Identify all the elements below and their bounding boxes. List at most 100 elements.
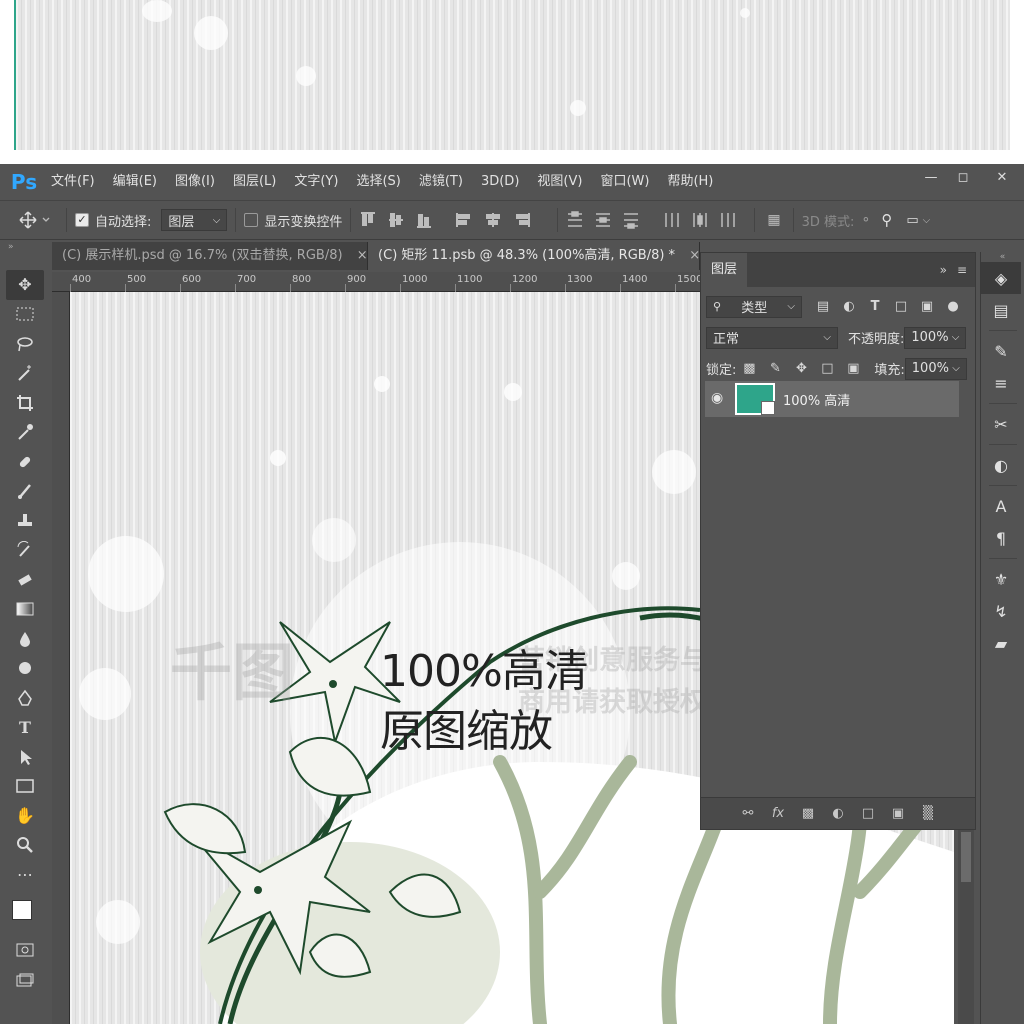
minimize-icon[interactable]: — — [916, 164, 946, 190]
zoom-tool-icon[interactable] — [6, 831, 44, 861]
adjustment-layer-icon[interactable]: ◐ — [827, 806, 849, 821]
layers-footer: ⚯ fx ▩ ◐ □ ▣ ▒ — [701, 797, 975, 829]
menu-edit[interactable]: 编辑(E) — [104, 164, 166, 200]
ruler-tick-label: 800 — [292, 274, 312, 285]
menu-image[interactable]: 图像(I) — [166, 164, 224, 200]
blur-tool-icon[interactable] — [6, 624, 44, 654]
lock-pixels-icon[interactable]: ✎ — [766, 360, 784, 378]
magic-wand-tool-icon[interactable] — [6, 359, 44, 389]
crop-tool-icon[interactable] — [6, 388, 44, 418]
tab-rectangle-psb[interactable]: (C) 矩形 11.psb @ 48.3% (100%高清, RGB/8) * … — [368, 242, 700, 270]
collapse-icon[interactable]: » — [8, 242, 14, 252]
link-layers-icon[interactable]: ⚯ — [737, 806, 759, 821]
properties-icon[interactable]: ≡ — [981, 367, 1021, 399]
maximize-icon[interactable]: ◻ — [948, 164, 978, 190]
lasso-tool-icon[interactable] — [6, 329, 44, 359]
new-group-icon[interactable]: □ — [857, 806, 879, 821]
hand-tool-icon[interactable]: ✋ — [6, 801, 44, 831]
type-tool-icon[interactable]: T — [6, 713, 44, 743]
close-icon[interactable]: ✕ — [980, 164, 1024, 190]
close-icon[interactable]: × — [357, 248, 367, 263]
collapse-icon[interactable]: « — [981, 252, 1024, 262]
workspace-icon[interactable]: ▭ — [906, 213, 918, 228]
menu-select[interactable]: 选择(S) — [347, 164, 409, 200]
blend-mode-dropdown[interactable]: 正常 ⌵ — [706, 326, 838, 349]
filter-toggle-icon[interactable]: ● — [944, 298, 962, 316]
pixel-filter-icon[interactable]: ▤ — [814, 298, 832, 316]
align-buttons[interactable] — [359, 211, 549, 229]
layer-style-icon[interactable]: fx — [767, 806, 789, 821]
channels-icon[interactable]: ▤ — [981, 294, 1021, 326]
lock-position-icon[interactable]: ✥ — [792, 360, 810, 378]
more-tools-icon[interactable]: ⋯ — [6, 860, 44, 890]
menu-file[interactable]: 文件(F) — [42, 164, 104, 200]
eyedropper-tool-icon[interactable] — [6, 418, 44, 448]
smart-object-filter-icon[interactable]: ▣ — [918, 298, 936, 316]
tool-presets-icon[interactable]: ✂ — [981, 408, 1021, 440]
tab-showcase-psd[interactable]: (C) 展示样机.psd @ 16.7% (双击替换, RGB/8) × — [52, 242, 369, 270]
chevron-down-icon[interactable]: ⌵ — [923, 215, 931, 226]
vertical-scrollbar[interactable] — [958, 830, 974, 1024]
menu-filter[interactable]: 滤镜(T) — [410, 164, 472, 200]
collapse-icon[interactable]: » — [940, 263, 947, 277]
move-tool-icon[interactable]: ✥ — [6, 270, 44, 300]
shape-filter-icon[interactable]: □ — [892, 298, 910, 316]
3d-orbit-icon[interactable]: ⚬ — [860, 213, 871, 228]
panel-menu-icon[interactable]: ≡ — [957, 263, 967, 277]
color-icon[interactable]: ⚜ — [981, 563, 1021, 595]
menu-bar: Ps 文件(F) 编辑(E) 图像(I) 图层(L) 文字(Y) 选择(S) 滤… — [0, 164, 1024, 200]
type-filter-icon[interactable]: T — [866, 298, 884, 316]
close-icon[interactable]: × — [689, 248, 699, 263]
menu-layer[interactable]: 图层(L) — [224, 164, 285, 200]
auto-select-target-dropdown[interactable]: 图层 ⌵ — [161, 209, 228, 231]
visibility-eye-icon[interactable]: ◉ — [711, 390, 723, 406]
character-icon[interactable]: A — [981, 490, 1021, 522]
distribute-buttons[interactable] — [566, 211, 746, 229]
auto-align-icon[interactable]: ▦ — [767, 212, 780, 228]
dodge-tool-icon[interactable] — [6, 654, 44, 684]
menu-type[interactable]: 文字(Y) — [285, 164, 347, 200]
brush-tool-icon[interactable] — [6, 477, 44, 507]
search-icon[interactable]: ⚲ — [881, 211, 892, 229]
history-brush-tool-icon[interactable] — [6, 536, 44, 566]
pen-tool-icon[interactable] — [6, 683, 44, 713]
layer-row[interactable]: ◉ 100% 高清 — [705, 381, 959, 417]
move-tool-preset-icon[interactable] — [14, 211, 58, 229]
healing-brush-tool-icon[interactable] — [6, 447, 44, 477]
clone-stamp-tool-icon[interactable] — [6, 506, 44, 536]
fill-label: 填充: — [874, 363, 905, 378]
adjustments-icon[interactable]: ◐ — [981, 449, 1021, 481]
show-transform-checkbox[interactable] — [244, 213, 259, 227]
new-layer-icon[interactable]: ▣ — [887, 806, 909, 821]
layers-panel-icon[interactable]: ◈ — [981, 262, 1021, 294]
filter-kind-dropdown[interactable]: ⚲ 类型 ⌵ — [706, 295, 802, 318]
auto-select-checkbox[interactable]: ✓ — [75, 213, 89, 227]
brush-settings-icon[interactable]: ✎ — [981, 335, 1021, 367]
paragraph-icon[interactable]: ¶ — [981, 522, 1021, 554]
adjustment-filter-icon[interactable]: ◐ — [840, 298, 858, 316]
window-controls: — ◻ ✕ — [914, 164, 1024, 190]
menu-view[interactable]: 视图(V) — [528, 164, 591, 200]
tab-layers[interactable]: 图层 — [701, 253, 748, 287]
scrollbar-thumb[interactable] — [961, 832, 971, 882]
gradient-tool-icon[interactable] — [6, 595, 44, 625]
rectangle-tool-icon[interactable] — [6, 772, 44, 802]
menu-help[interactable]: 帮助(H) — [658, 164, 722, 200]
menu-3d[interactable]: 3D(D) — [472, 164, 528, 200]
quick-mask-icon[interactable] — [6, 936, 44, 966]
lock-artboard-icon[interactable]: □ — [818, 360, 836, 378]
color-swatches-icon[interactable] — [6, 890, 44, 936]
trash-icon[interactable]: ▒ — [917, 806, 939, 821]
fill-field[interactable]: 100% ⌵ — [904, 357, 967, 380]
add-mask-icon[interactable]: ▩ — [797, 806, 819, 821]
screen-mode-icon[interactable] — [6, 965, 44, 995]
opacity-field[interactable]: 100% ⌵ — [904, 326, 967, 349]
marquee-tool-icon[interactable] — [6, 300, 44, 330]
lock-transparent-icon[interactable]: ▩ — [740, 360, 758, 378]
menu-window[interactable]: 窗口(W) — [591, 164, 658, 200]
paths-icon[interactable]: ↯ — [981, 595, 1021, 627]
eraser-tool-icon[interactable] — [6, 565, 44, 595]
3d-icon[interactable]: ▰ — [981, 627, 1021, 659]
path-selection-tool-icon[interactable] — [6, 742, 44, 772]
lock-all-icon[interactable]: ▣ — [844, 360, 862, 378]
